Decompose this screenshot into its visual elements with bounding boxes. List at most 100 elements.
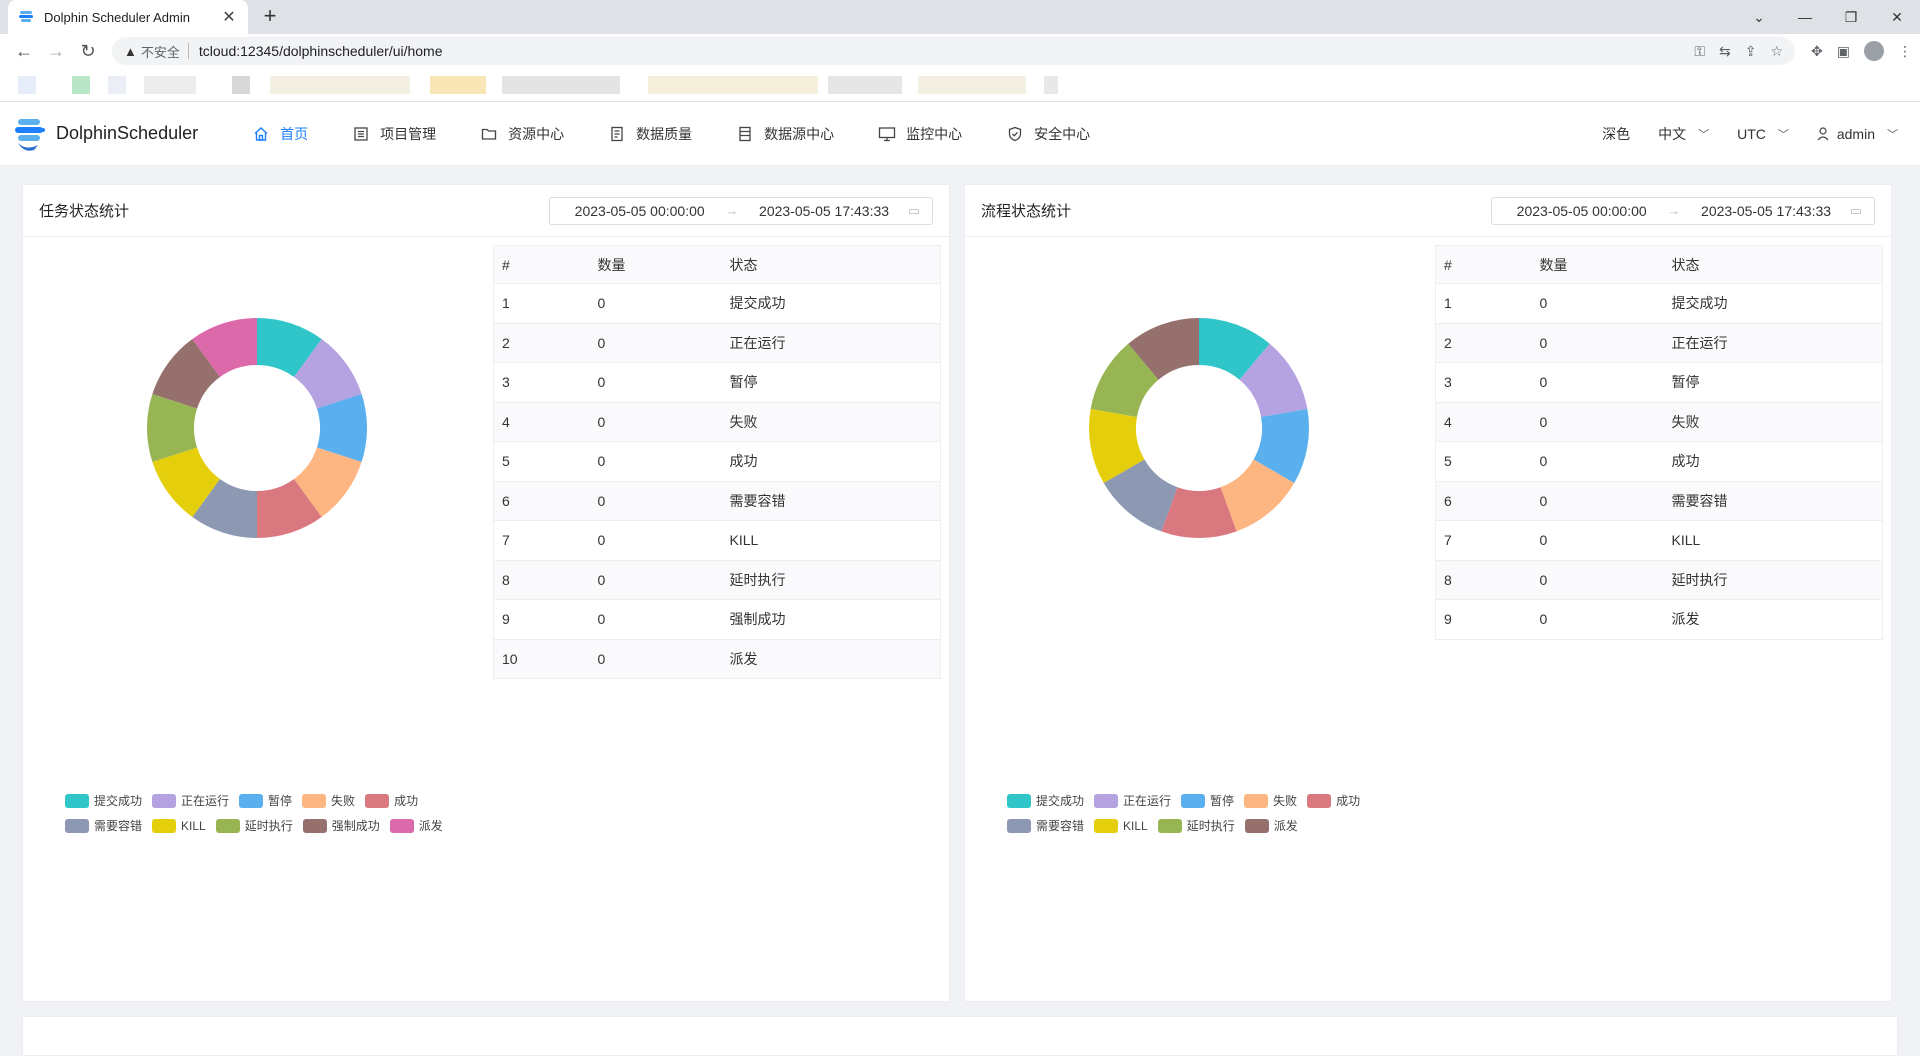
legend-item[interactable]: 需要容错 bbox=[65, 817, 142, 834]
legend-item[interactable]: 暂停 bbox=[1181, 792, 1234, 809]
table-cell: KILL bbox=[721, 520, 941, 561]
extensions-icon[interactable]: ✥ bbox=[1811, 43, 1823, 60]
process-status-card: 流程状态统计 2023-05-05 00:00:00 → 2023-05-05 … bbox=[964, 184, 1892, 1002]
key-icon[interactable]: ⚿ bbox=[1694, 43, 1705, 60]
browser-tab[interactable]: Dolphin Scheduler Admin ✕ bbox=[8, 0, 248, 34]
range-end[interactable]: 2023-05-05 17:43:33 bbox=[746, 203, 901, 219]
minimize-button[interactable]: — bbox=[1782, 0, 1828, 34]
legend-item[interactable]: 延时执行 bbox=[1157, 817, 1235, 834]
table-header: 数量 bbox=[589, 245, 722, 284]
chevron-down-icon: ﹀ bbox=[1698, 128, 1710, 141]
table-cell: 8 bbox=[1435, 560, 1532, 600]
legend-swatch bbox=[239, 793, 264, 808]
arrow-right-icon: → bbox=[725, 203, 739, 218]
legend-item[interactable]: 成功 bbox=[1307, 792, 1360, 809]
share-icon[interactable]: ⇪ bbox=[1745, 43, 1757, 60]
process-legend: 提交成功 正在运行 暂停 失败 成功需要容错 KILL 延时执行 派发 bbox=[1007, 792, 1427, 834]
menu-item-datasource[interactable]: 数据源中心 bbox=[714, 102, 856, 166]
restore-button[interactable]: ❐ bbox=[1828, 0, 1874, 34]
process-donut-chart bbox=[1089, 318, 1309, 538]
legend-swatch bbox=[302, 818, 327, 833]
range-end[interactable]: 2023-05-05 17:43:33 bbox=[1688, 203, 1843, 219]
monitor-icon bbox=[878, 125, 896, 143]
legend-item[interactable]: KILL bbox=[1094, 817, 1148, 834]
legend-item[interactable]: 成功 bbox=[365, 792, 418, 809]
table-cell: KILL bbox=[1663, 520, 1883, 561]
menu-item-data-quality[interactable]: 数据质量 bbox=[586, 102, 714, 166]
legend-label: 成功 bbox=[1336, 794, 1361, 808]
legend-item[interactable]: 提交成功 bbox=[1007, 792, 1084, 809]
new-tab-button[interactable]: + bbox=[258, 5, 282, 29]
legend-item[interactable]: KILL bbox=[152, 817, 206, 834]
table-cell: 0 bbox=[589, 402, 722, 442]
range-start[interactable]: 2023-05-05 00:00:00 bbox=[1504, 203, 1659, 219]
table-cell: 3 bbox=[1435, 362, 1532, 403]
legend-item[interactable]: 派发 bbox=[1244, 817, 1298, 834]
legend-label: 延时执行 bbox=[1186, 819, 1235, 833]
legend-label: 暂停 bbox=[268, 794, 293, 808]
address-bar[interactable]: ▲ 不安全 tcloud:12345/dolphinscheduler/ui/h… bbox=[112, 37, 1796, 65]
bookmark-star-icon[interactable]: ☆ bbox=[1770, 43, 1783, 60]
table-cell: 1 bbox=[1435, 283, 1532, 324]
language-select[interactable]: 中文 ﹀ bbox=[1648, 124, 1719, 144]
legend-swatch bbox=[365, 793, 390, 808]
legend-item[interactable]: 延时执行 bbox=[215, 817, 293, 834]
close-window-button[interactable]: ✕ bbox=[1874, 0, 1920, 34]
legend-item[interactable]: 暂停 bbox=[239, 792, 292, 809]
translate-icon[interactable]: ⇆ bbox=[1719, 43, 1731, 60]
table-row: 6 0 需要容错 bbox=[493, 481, 941, 521]
timezone-select[interactable]: UTC ﹀ bbox=[1727, 126, 1799, 142]
theme-toggle[interactable]: 深色 bbox=[1592, 124, 1640, 144]
table-row: 2 0 正在运行 bbox=[493, 323, 941, 363]
legend-item[interactable]: 失败 bbox=[1244, 792, 1297, 809]
table-cell: 0 bbox=[589, 481, 722, 521]
date-range-picker[interactable]: 2023-05-05 00:00:00 → 2023-05-05 17:43:3… bbox=[549, 196, 933, 225]
table-cell: 0 bbox=[1531, 560, 1664, 600]
legend-item[interactable]: 正在运行 bbox=[152, 792, 229, 809]
table-row: 5 0 成功 bbox=[493, 441, 941, 482]
user-menu[interactable]: admin ﹀ bbox=[1807, 126, 1908, 142]
legend-swatch bbox=[65, 818, 89, 833]
legend-label: 暂停 bbox=[1210, 794, 1235, 808]
forward-icon[interactable]: → bbox=[40, 36, 72, 66]
reload-icon[interactable]: ↻ bbox=[72, 36, 104, 66]
table-row: 5 0 成功 bbox=[1435, 441, 1883, 482]
table-cell: 派发 bbox=[721, 639, 941, 679]
table-cell: 5 bbox=[1435, 441, 1532, 482]
table-cell: 需要容错 bbox=[721, 481, 941, 521]
table-cell: 4 bbox=[1435, 402, 1532, 442]
menu-item-monitor[interactable]: 监控中心 bbox=[856, 102, 984, 166]
range-start[interactable]: 2023-05-05 00:00:00 bbox=[562, 203, 717, 219]
legend-swatch bbox=[1307, 793, 1332, 808]
tab-search-icon[interactable]: ⌄ bbox=[1736, 0, 1782, 34]
table-cell: 1 bbox=[493, 283, 590, 324]
legend-label: 强制成功 bbox=[331, 819, 380, 833]
legend-item[interactable]: 派发 bbox=[389, 817, 443, 834]
legend-swatch bbox=[1181, 793, 1206, 808]
logo[interactable]: DolphinScheduler bbox=[12, 115, 198, 153]
menu-item-project[interactable]: 项目管理 bbox=[330, 102, 458, 166]
legend-label: 正在运行 bbox=[1123, 794, 1172, 808]
table-cell: 0 bbox=[1531, 520, 1664, 561]
legend-item[interactable]: 正在运行 bbox=[1094, 792, 1171, 809]
date-range-picker[interactable]: 2023-05-05 00:00:00 → 2023-05-05 17:43:3… bbox=[1491, 196, 1875, 225]
sidepanel-icon[interactable]: ▣ bbox=[1837, 43, 1850, 60]
profile-avatar[interactable] bbox=[1864, 41, 1884, 61]
menu-item-resource[interactable]: 资源中心 bbox=[458, 102, 586, 166]
table-cell: 暂停 bbox=[721, 362, 941, 403]
legend-label: 失败 bbox=[331, 794, 356, 808]
table-row: 4 0 失败 bbox=[493, 402, 941, 442]
back-icon[interactable]: ← bbox=[8, 36, 40, 66]
tab-close-icon[interactable]: ✕ bbox=[220, 7, 238, 27]
table-cell: 强制成功 bbox=[721, 599, 941, 640]
url-text[interactable]: tcloud:12345/dolphinscheduler/ui/home bbox=[199, 43, 1694, 59]
home-icon bbox=[252, 125, 270, 143]
legend-item[interactable]: 强制成功 bbox=[302, 817, 380, 834]
browser-menu-icon[interactable]: ⋮ bbox=[1898, 43, 1912, 60]
legend-item[interactable]: 提交成功 bbox=[65, 792, 142, 809]
menu-item-security[interactable]: 安全中心 bbox=[984, 102, 1112, 166]
legend-label: 需要容错 bbox=[1036, 819, 1085, 833]
legend-item[interactable]: 需要容错 bbox=[1007, 817, 1084, 834]
legend-item[interactable]: 失败 bbox=[302, 792, 355, 809]
menu-item-home[interactable]: 首页 bbox=[230, 102, 330, 166]
